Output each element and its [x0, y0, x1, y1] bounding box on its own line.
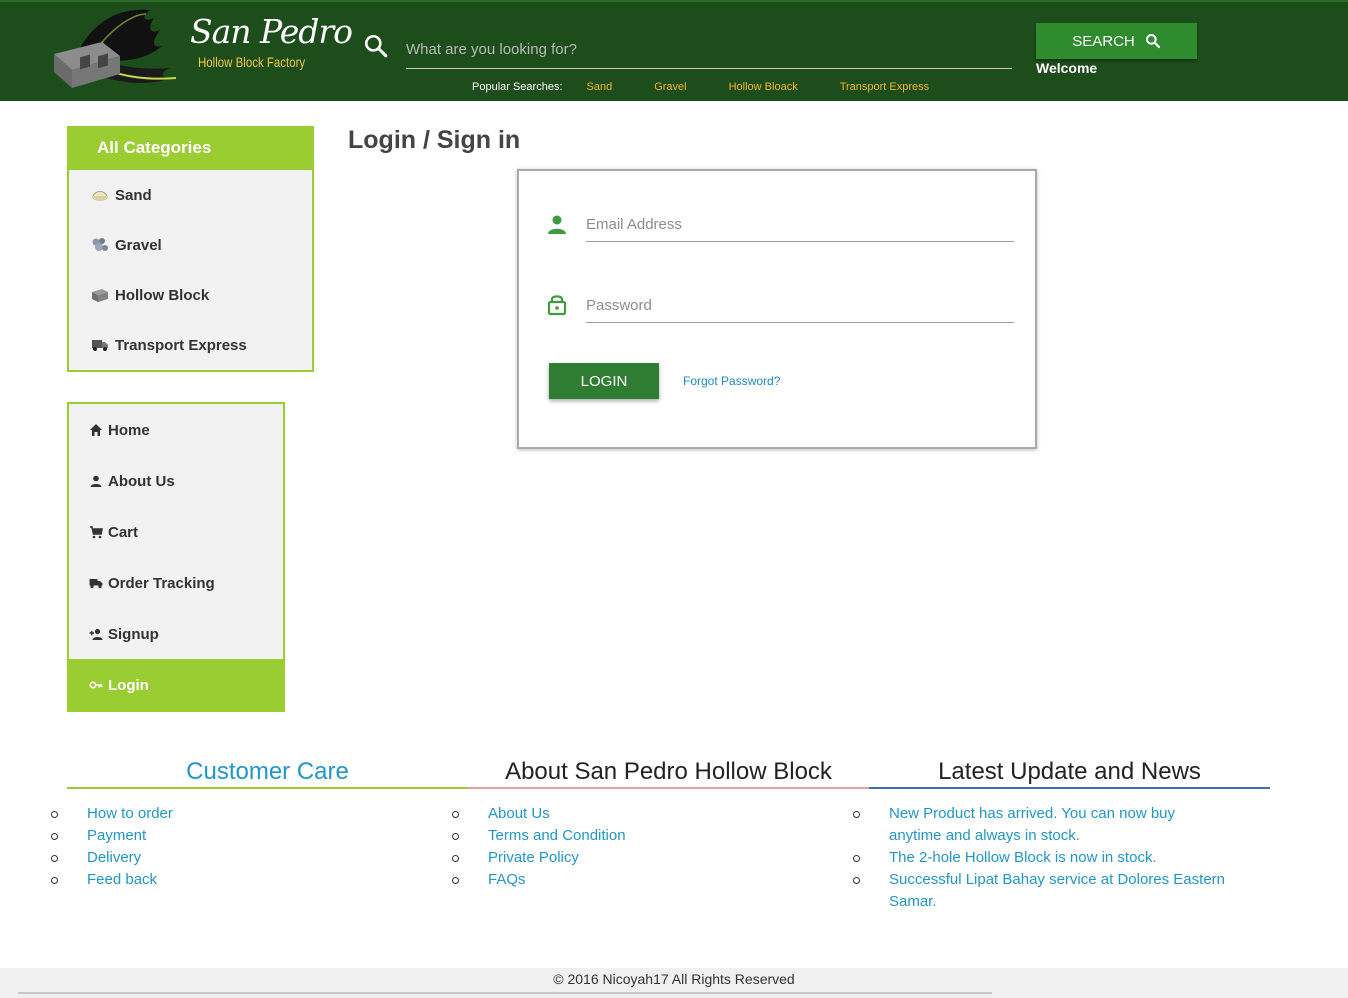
- search-button[interactable]: SEARCH: [1036, 23, 1197, 59]
- categories-panel: All Categories Sand Gravel Hollow Block …: [67, 126, 314, 372]
- footer-link-faqs[interactable]: FAQs: [488, 871, 526, 888]
- nav-label: Order Tracking: [108, 574, 215, 592]
- footer-link-delivery[interactable]: Delivery: [87, 849, 141, 866]
- side-navigation: Home About Us Cart Order Tracking Signup…: [67, 402, 285, 712]
- home-icon: [90, 424, 102, 436]
- footer-column-title: Customer Care: [186, 758, 349, 785]
- list-item: About Us: [448, 803, 869, 825]
- hollow-block-icon: [92, 289, 108, 302]
- category-item-sand[interactable]: Sand: [91, 185, 152, 205]
- footer-news-link[interactable]: The 2-hole Hollow Block is now in stock.: [889, 849, 1157, 866]
- popular-searches: Popular Searches: Sand Gravel Hollow Blo…: [472, 81, 929, 93]
- footer-list: How to order Payment Delivery Feed back: [47, 803, 468, 891]
- login-form: LOGIN Forgot Password?: [517, 169, 1037, 449]
- footer-link-about-us[interactable]: About Us: [488, 805, 550, 822]
- popular-link-transport-express[interactable]: Transport Express: [840, 81, 929, 93]
- copyright-text: © 2016 Nicoyah17 All Rights Reserved: [553, 971, 795, 987]
- nav-item-order-tracking[interactable]: Order Tracking: [89, 572, 215, 594]
- footer-link-feedback[interactable]: Feed back: [87, 871, 157, 888]
- category-label: Transport Express: [115, 336, 247, 354]
- list-item: New Product has arrived. You can now buy…: [849, 803, 1229, 847]
- popular-link-gravel[interactable]: Gravel: [654, 81, 686, 93]
- key-icon: [89, 681, 103, 689]
- list-item: FAQs: [448, 869, 869, 891]
- list-item: Payment: [47, 825, 468, 847]
- footer-link-how-to-order[interactable]: How to order: [87, 805, 173, 822]
- password-field[interactable]: [586, 288, 1014, 323]
- cart-icon: [90, 526, 103, 539]
- forgot-password-link[interactable]: Forgot Password?: [683, 374, 780, 388]
- nav-item-cart[interactable]: Cart: [89, 521, 138, 543]
- nav-label: Signup: [108, 625, 159, 643]
- person-add-icon: [89, 628, 103, 640]
- logo-subtitle: Hollow Block Factory: [198, 54, 306, 70]
- category-label: Hollow Block: [115, 286, 210, 304]
- search-icon[interactable]: [363, 33, 389, 59]
- footer-news-link[interactable]: Successful Lipat Bahay service at Dolore…: [889, 871, 1225, 910]
- nav-label: About Us: [108, 472, 175, 490]
- hollow-block-wings-logo-icon: [54, 9, 177, 88]
- list-item: Delivery: [47, 847, 468, 869]
- category-item-transport-express[interactable]: Transport Express: [91, 335, 247, 355]
- footer-divider: [18, 992, 992, 994]
- page-title: Login / Sign in: [348, 126, 521, 154]
- site-logo[interactable]: San Pedro Hollow Block Factory: [50, 8, 353, 92]
- email-field[interactable]: [586, 207, 1014, 242]
- list-item: Successful Lipat Bahay service at Dolore…: [849, 869, 1229, 913]
- list-item: How to order: [47, 803, 468, 825]
- nav-label: Login: [108, 676, 149, 694]
- footer-customer-care: Customer Care How to order Payment Deliv…: [51, 758, 468, 891]
- footer-news: Latest Update and News New Product has a…: [853, 758, 1270, 913]
- truck-icon: [92, 340, 108, 351]
- footer-column-title: About San Pedro Hollow Block: [505, 758, 832, 785]
- nav-item-signup[interactable]: Signup: [89, 623, 159, 645]
- footer-column-title: Latest Update and News: [938, 758, 1201, 785]
- logo-title: San Pedro: [190, 12, 353, 51]
- category-label: Gravel: [115, 236, 162, 254]
- nav-label: Home: [108, 421, 150, 439]
- footer-divider: [869, 787, 1270, 789]
- search-button-label: SEARCH: [1072, 32, 1135, 50]
- list-item: The 2-hole Hollow Block is now in stock.: [849, 847, 1229, 869]
- nav-label: Cart: [108, 523, 139, 541]
- login-button[interactable]: LOGIN: [549, 363, 659, 399]
- password-input[interactable]: [586, 288, 1014, 322]
- gravel-icon: [92, 238, 108, 251]
- nav-item-login[interactable]: Login: [89, 674, 149, 696]
- person-icon: [90, 475, 102, 487]
- footer-link-payment[interactable]: Payment: [87, 827, 146, 844]
- list-item: Feed back: [47, 869, 468, 891]
- list-item: Private Policy: [448, 847, 869, 869]
- lock-icon: [547, 295, 567, 316]
- category-item-hollow-block[interactable]: Hollow Block: [91, 285, 209, 305]
- footer-link-privacy[interactable]: Private Policy: [488, 849, 579, 866]
- footer-list: New Product has arrived. You can now buy…: [849, 803, 1229, 913]
- search-input[interactable]: [406, 30, 1012, 69]
- footer-divider: [468, 787, 869, 789]
- categories-title: All Categories: [67, 126, 314, 170]
- nav-item-about-us[interactable]: About Us: [89, 470, 175, 492]
- popular-searches-label: Popular Searches:: [472, 81, 563, 93]
- sand-icon: [92, 191, 108, 201]
- person-icon: [548, 215, 566, 234]
- category-label: Sand: [115, 186, 152, 204]
- welcome-text: Welcome: [1036, 60, 1098, 76]
- nav-item-home[interactable]: Home: [89, 419, 150, 441]
- email-input[interactable]: [586, 207, 1014, 241]
- truck-icon: [89, 579, 103, 589]
- footer-list: About Us Terms and Condition Private Pol…: [448, 803, 869, 891]
- popular-link-sand[interactable]: Sand: [587, 81, 613, 93]
- category-item-gravel[interactable]: Gravel: [91, 235, 162, 255]
- footer-link-terms[interactable]: Terms and Condition: [488, 827, 626, 844]
- popular-link-hollow-block[interactable]: Hollow Bloack: [729, 81, 798, 93]
- list-item: Terms and Condition: [448, 825, 869, 847]
- footer-about: About San Pedro Hollow Block About Us Te…: [452, 758, 869, 891]
- search-icon: [1145, 34, 1160, 49]
- footer-divider: [67, 787, 468, 789]
- footer-news-link[interactable]: New Product has arrived. You can now buy…: [889, 805, 1175, 844]
- site-header: San Pedro Hollow Block Factory SEARCH We…: [0, 0, 1348, 101]
